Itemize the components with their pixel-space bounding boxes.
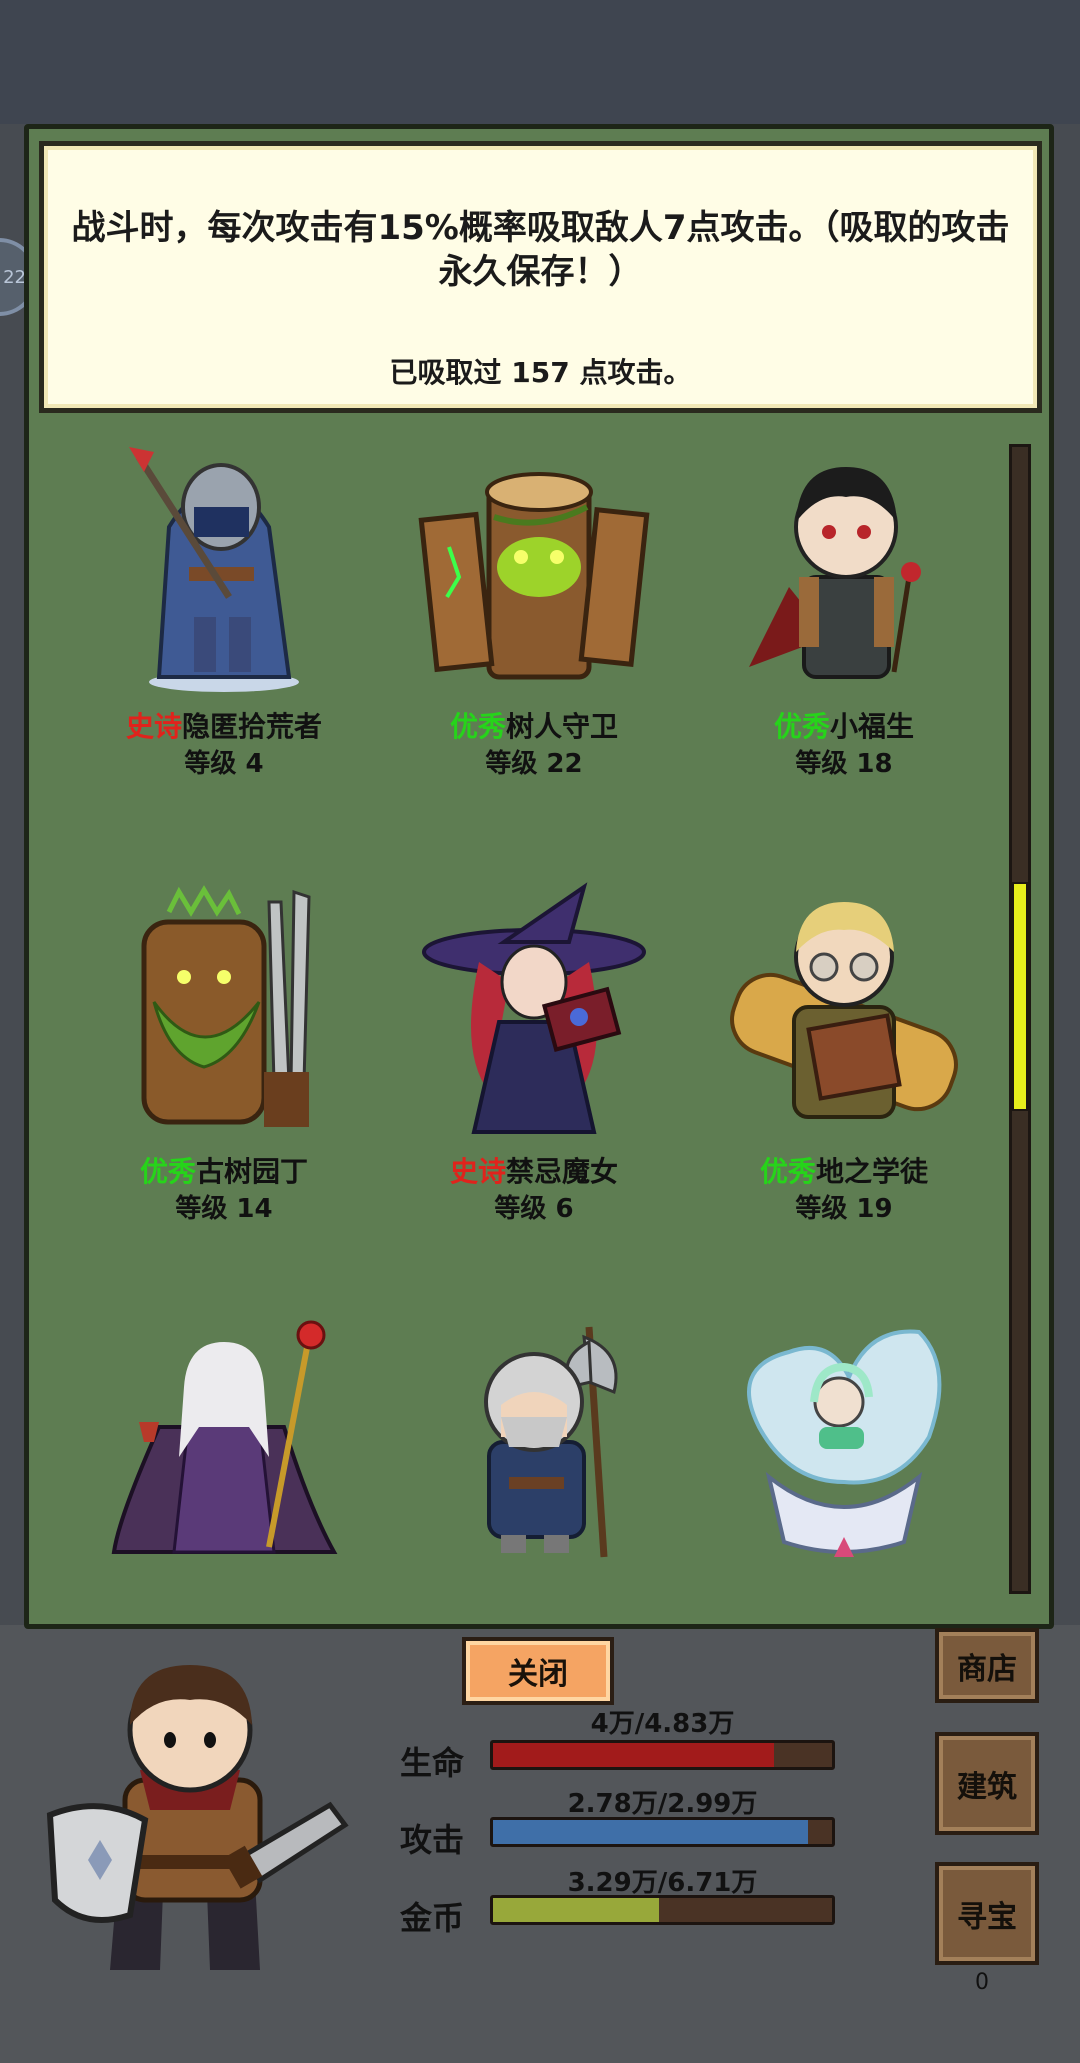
water-spirit-portrait bbox=[747, 1329, 942, 1557]
rarity-tag: 优秀 bbox=[449, 710, 506, 743]
tree-guard-portrait bbox=[418, 472, 650, 680]
absorbed-attack-text: 已吸取过 157 点攻击。 bbox=[389, 356, 692, 389]
rarity-tag: 史诗 bbox=[125, 710, 182, 743]
character-grid: 史诗隐匿拾荒者 等级 4 优秀树人守卫 等级 22 优秀小福生 等级 18 优秀… bbox=[74, 437, 994, 1617]
gold-label: 金币 bbox=[400, 1899, 465, 1937]
hooded-scavenger-portrait bbox=[129, 447, 299, 692]
rarity-tag: 优秀 bbox=[139, 1155, 196, 1188]
attack-bar-fill bbox=[493, 1820, 809, 1844]
gold-bar bbox=[490, 1895, 835, 1925]
character-name-line: 优秀古树园丁 bbox=[74, 1150, 374, 1190]
priestess-portrait bbox=[111, 1320, 338, 1554]
character-level: 等级 22 bbox=[485, 749, 583, 779]
treasure-count: 0 bbox=[975, 1970, 989, 1995]
skill-panel: 战斗时，每次攻击有15%概率吸取敌人7点攻击。（吸取的攻击永久保存！） 已吸取过… bbox=[24, 124, 1054, 1629]
tree-gardener-portrait bbox=[141, 885, 311, 1127]
close-button[interactable]: 关闭 bbox=[462, 1637, 614, 1705]
character-card[interactable]: 优秀地之学徒 等级 19 bbox=[694, 882, 994, 1282]
skill-description: 战斗时，每次攻击有15%概率吸取敌人7点攻击。（吸取的攻击永久保存！） bbox=[71, 208, 1010, 292]
earth-apprentice-portrait bbox=[730, 902, 958, 1119]
character-card[interactable]: 史诗隐匿拾荒者 等级 4 bbox=[74, 437, 374, 837]
character-level: 等级 14 bbox=[175, 1194, 273, 1224]
rarity-tag: 史诗 bbox=[449, 1155, 506, 1188]
character-name-line: 优秀小福生 bbox=[694, 705, 994, 745]
character-name: 小福生 bbox=[830, 710, 915, 743]
character-name-line: 优秀树人守卫 bbox=[384, 705, 684, 745]
skill-description-box: 战斗时，每次攻击有15%概率吸取敌人7点攻击。（吸取的攻击永久保存！） 已吸取过… bbox=[39, 141, 1042, 413]
scrollbar-thumb[interactable] bbox=[1012, 881, 1028, 1111]
scrollbar[interactable] bbox=[1009, 444, 1031, 1594]
character-level: 等级 6 bbox=[494, 1194, 574, 1224]
player-hero-portrait bbox=[46, 1665, 349, 1970]
attack-value: 2.78万/2.99万 bbox=[567, 1789, 758, 1819]
hp-bar-fill bbox=[493, 1743, 775, 1767]
forbidden-witch-portrait bbox=[422, 882, 646, 1134]
gold-value: 3.29万/6.71万 bbox=[567, 1868, 758, 1898]
edge-indicator-text: 22 bbox=[3, 266, 26, 288]
character-name: 禁忌魔女 bbox=[506, 1155, 619, 1188]
top-background bbox=[0, 0, 1080, 124]
hp-value: 4万/4.83万 bbox=[590, 1709, 735, 1739]
character-name-line: 史诗禁忌魔女 bbox=[384, 1150, 684, 1190]
character-card[interactable]: 优秀古树园丁 等级 14 bbox=[74, 882, 374, 1282]
young-scholar-portrait bbox=[749, 467, 921, 679]
character-name-line: 优秀地之学徒 bbox=[694, 1150, 994, 1190]
character-name: 树人守卫 bbox=[506, 710, 619, 743]
attack-label: 攻击 bbox=[400, 1821, 465, 1859]
shop-button[interactable]: 商店 bbox=[935, 1628, 1039, 1703]
character-card[interactable]: 优秀树人守卫 等级 22 bbox=[384, 437, 684, 837]
character-name-line: 史诗隐匿拾荒者 bbox=[74, 705, 374, 745]
character-level: 等级 18 bbox=[795, 749, 893, 779]
build-button[interactable]: 建筑 bbox=[935, 1732, 1039, 1835]
character-name: 隐匿拾荒者 bbox=[182, 710, 323, 743]
rarity-tag: 优秀 bbox=[773, 710, 830, 743]
character-card[interactable]: 史诗禁忌魔女 等级 6 bbox=[384, 882, 684, 1282]
character-level: 等级 4 bbox=[184, 749, 264, 779]
hp-bar bbox=[490, 1740, 835, 1770]
rarity-tag: 优秀 bbox=[759, 1155, 816, 1188]
character-name: 古树园丁 bbox=[196, 1155, 309, 1188]
character-name: 地之学徒 bbox=[816, 1155, 929, 1188]
character-level: 等级 19 bbox=[795, 1194, 893, 1224]
attack-bar bbox=[490, 1817, 835, 1847]
hp-label: 生命 bbox=[400, 1744, 465, 1782]
gold-bar-fill bbox=[493, 1898, 660, 1922]
character-card[interactable]: 优秀小福生 等级 18 bbox=[694, 437, 994, 837]
treasure-button[interactable]: 寻宝 bbox=[935, 1862, 1039, 1965]
halberd-guard-portrait bbox=[484, 1326, 618, 1558]
